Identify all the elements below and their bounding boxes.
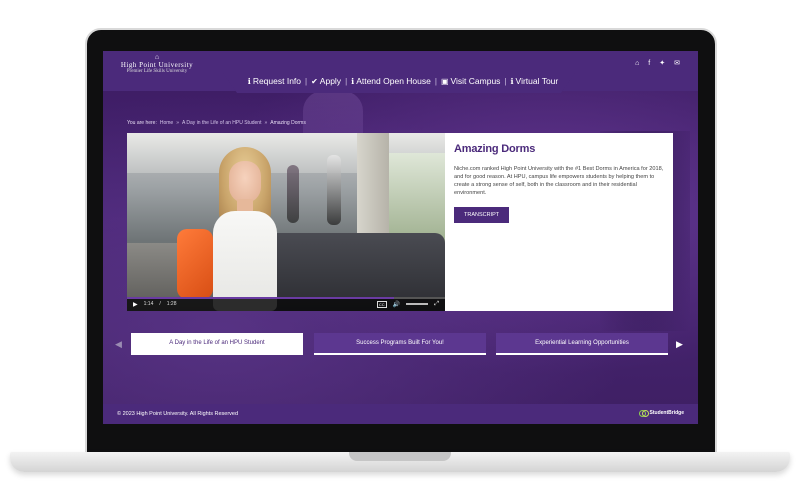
carousel-next-icon[interactable]: ▶	[676, 339, 683, 350]
closed-captions-button[interactable]: CC	[376, 300, 387, 308]
check-circle-icon: ✔	[311, 76, 318, 86]
nav-apply[interactable]: ✔ Apply	[311, 76, 341, 86]
info-icon: ℹ	[351, 76, 355, 86]
video-progress-fill	[127, 297, 395, 299]
twitter-icon[interactable]: ✦	[659, 60, 665, 68]
nav-attend-open-house[interactable]: ℹ Attend Open House	[351, 76, 431, 86]
mail-icon[interactable]: ✉	[674, 60, 680, 68]
nav-separator: |	[434, 76, 437, 86]
info-panel: Amazing Dorms Niche.com ranked High Poin…	[445, 133, 673, 311]
breadcrumb-separator: »	[176, 120, 179, 126]
carousel-slide-experiential-learning[interactable]: Experiential Learning Opportunities	[496, 333, 668, 355]
nav-visit-campus[interactable]: ▣ Visit Campus	[441, 76, 500, 86]
video-current-time: 1:14	[143, 301, 154, 307]
info-title: Amazing Dorms	[454, 143, 536, 155]
logo-tagline: Premier Life Skills University	[126, 69, 188, 74]
laptop-notch	[349, 452, 451, 461]
nav-label: Request Info	[252, 76, 302, 86]
video-controls: ▶ 1:14 / 1:28 CC 🔊 ⤢	[127, 297, 445, 311]
breadcrumb-prefix: You are here:	[127, 120, 157, 126]
fullscreen-icon[interactable]: ⤢	[434, 301, 439, 308]
nav-label: Apply	[319, 76, 342, 86]
student-top	[213, 211, 277, 311]
info-icon: ℹ	[510, 76, 514, 86]
video-frame-walker	[287, 165, 299, 223]
video-frame-pillow	[177, 229, 213, 299]
video-frame-student	[209, 147, 281, 311]
play-icon[interactable]: ▶	[133, 301, 138, 308]
hpu-logo[interactable]: ⌂ High Point University Premier Life Ski…	[117, 54, 197, 75]
carousel-slide-success-programs[interactable]: Success Programs Built For You!	[314, 333, 486, 355]
nav-label: Attend Open House	[356, 76, 431, 86]
breadcrumb: You are here: Home » A Day in the Life o…	[127, 120, 306, 126]
nav-separator: |	[305, 76, 308, 86]
website-screen: ⌂ High Point University Premier Life Ski…	[103, 51, 698, 424]
video-time-separator: /	[159, 301, 161, 307]
video-frame-window	[389, 153, 445, 243]
video-progress-bar[interactable]	[127, 297, 445, 299]
copyright-text: © 2023 High Point University. All Rights…	[117, 411, 239, 417]
student-face	[229, 161, 261, 203]
volume-icon[interactable]: 🔊	[393, 301, 400, 308]
breadcrumb-separator: »	[264, 120, 268, 126]
breadcrumb-current: Amazing Dorms	[270, 120, 306, 126]
nav-label: Visit Campus	[450, 76, 501, 86]
nav-virtual-tour[interactable]: ℹ Virtual Tour	[511, 76, 559, 86]
video-player[interactable]: ▶ 1:14 / 1:28 CC 🔊 ⤢	[127, 133, 445, 311]
nav-request-info[interactable]: ℹ Request Info	[248, 76, 301, 86]
facebook-icon[interactable]: f	[648, 60, 650, 68]
breadcrumb-home[interactable]: Home	[160, 120, 173, 126]
volume-slider[interactable]	[406, 303, 429, 305]
home-icon[interactable]: ⌂	[635, 60, 639, 68]
nav-separator: |	[504, 76, 507, 86]
info-body: Niche.com ranked High Point University w…	[454, 166, 664, 196]
info-icon: ℹ	[247, 76, 251, 86]
logo-name: High Point University	[120, 61, 194, 69]
breadcrumb-day-in-life[interactable]: A Day in the Life of an HPU Student	[182, 120, 262, 126]
carousel-prev-icon[interactable]: ◀	[115, 339, 122, 350]
nav-separator: |	[345, 76, 348, 86]
video-frame-walker	[327, 155, 341, 225]
nav-label: Virtual Tour	[515, 76, 559, 86]
tower-icon: ⌂	[154, 54, 160, 61]
briefcase-icon: ▣	[440, 76, 449, 86]
top-nav: ℹ Request Info | ✔ Apply | ℹ Attend Open…	[233, 76, 573, 86]
site-footer: © 2023 High Point University. All Rights…	[103, 404, 698, 424]
studentbridge-label: StudentBridge	[649, 410, 684, 416]
transcript-button[interactable]: TRANSCRIPT	[454, 207, 510, 223]
carousel-slide-day-in-life[interactable]: A Day in the Life of an HPU Student	[131, 333, 303, 355]
video-duration: 1:28	[166, 301, 177, 307]
studentbridge-icon	[638, 410, 649, 417]
studentbridge-logo[interactable]: StudentBridge	[638, 410, 684, 417]
social-links: ⌂ f ✦ ✉	[635, 60, 680, 68]
